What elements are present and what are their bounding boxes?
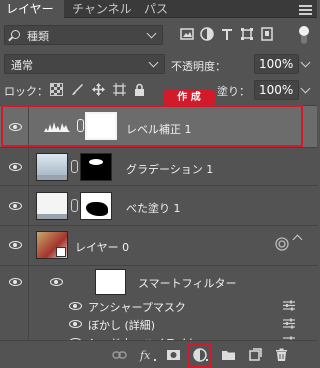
smart-filter-row[interactable]: スマートフィルター xyxy=(0,265,317,297)
filter-kind-select[interactable]: 種類 xyxy=(4,25,163,45)
layers-panel: レイヤー チャンネル パス 種類 通常 不透明度： 100% ロック： 塗り： … xyxy=(0,0,317,368)
levels-histogram-icon xyxy=(44,122,70,132)
type-filter-icon[interactable] xyxy=(220,27,234,41)
layer-mask-thumbnail[interactable] xyxy=(80,192,112,220)
opacity-label: 不透明度： xyxy=(171,60,226,73)
folder-icon[interactable] xyxy=(221,348,236,362)
filter-toggle-switch[interactable] xyxy=(299,26,309,44)
fill-input[interactable]: 100% xyxy=(254,80,299,100)
lock-artboard-icon[interactable] xyxy=(113,83,126,96)
collapse-chevron-icon[interactable] xyxy=(292,234,303,245)
pixel-filter-icon[interactable] xyxy=(180,27,194,41)
panel-menu-icon[interactable] xyxy=(299,3,312,15)
tab-channels[interactable]: チャンネル xyxy=(66,0,138,18)
layer-name[interactable]: レイヤー 0 xyxy=(75,239,129,255)
layer-row[interactable]: レイヤー 0 xyxy=(0,225,317,265)
adjustment-icon[interactable] xyxy=(193,348,208,362)
mask-icon[interactable] xyxy=(166,348,181,362)
shape-filter-icon[interactable] xyxy=(240,27,254,41)
layer-name[interactable]: グラデーション 1 xyxy=(126,161,213,177)
svg-text:fx: fx xyxy=(139,349,151,362)
search-icon xyxy=(11,30,20,39)
tab-layers[interactable]: レイヤー xyxy=(0,0,64,18)
tab-bar: レイヤー チャンネル パス xyxy=(0,0,317,18)
filter-options-icon[interactable] xyxy=(283,318,295,329)
layer-row[interactable]: グラデーション 1 xyxy=(0,147,317,185)
solid-fill-thumbnail[interactable] xyxy=(36,192,68,220)
layer-name[interactable]: べた塗り 1 xyxy=(126,200,181,216)
lock-row: ロック： 塗り： 100% xyxy=(0,80,317,100)
filter-options-icon[interactable] xyxy=(283,300,295,311)
filter-name[interactable]: ぼかし (詳細) xyxy=(88,317,155,333)
layer-row[interactable]: べた塗り 1 xyxy=(0,185,317,225)
smart-object-filter-icon[interactable] xyxy=(260,27,274,41)
annotation-badge: 作 成 xyxy=(163,90,215,105)
panel-footer: fx xyxy=(0,340,317,368)
visibility-eye-icon[interactable] xyxy=(9,241,22,249)
lock-all-icon[interactable] xyxy=(133,83,146,96)
filter-row[interactable]: ぼかし (詳細) xyxy=(0,315,317,333)
filter-mask-thumbnail[interactable] xyxy=(95,269,126,295)
layers-list: レベル補正 1 グラデーション 1 べた塗り 1 レイヤー 0 スマートフィルタ… xyxy=(0,105,317,351)
visibility-eye-icon[interactable] xyxy=(9,202,22,210)
trash-icon[interactable] xyxy=(274,348,289,362)
lock-label: ロック： xyxy=(4,85,48,98)
link-icon[interactable] xyxy=(77,119,84,132)
visibility-eye-icon[interactable] xyxy=(69,320,82,328)
layer-row[interactable]: レベル補正 1 xyxy=(0,105,317,147)
gradient-thumbnail[interactable] xyxy=(36,153,68,181)
layer-name[interactable]: レベル補正 1 xyxy=(126,121,192,137)
filter-kind-label: 種類 xyxy=(27,30,49,43)
layer-mask-thumbnail[interactable] xyxy=(80,153,112,181)
image-thumbnail[interactable] xyxy=(36,231,68,259)
lock-move-icon[interactable] xyxy=(92,83,105,96)
blend-row: 通常 不透明度： 100% xyxy=(0,54,317,76)
blend-mode-select[interactable]: 通常 xyxy=(4,54,165,74)
chevron-down-icon xyxy=(146,28,157,39)
fill-label: 塗り： xyxy=(217,85,250,98)
adjustment-filter-icon[interactable] xyxy=(200,27,214,41)
visibility-eye-icon[interactable] xyxy=(50,278,63,286)
lock-brush-icon[interactable] xyxy=(71,83,84,96)
blend-mode-value: 通常 xyxy=(11,59,33,72)
link-icon[interactable] xyxy=(112,348,127,362)
layer-mask-thumbnail[interactable] xyxy=(85,112,117,140)
fill-chevron-icon[interactable] xyxy=(300,83,311,94)
visibility-eye-icon[interactable] xyxy=(9,278,22,286)
lock-transparent-icon[interactable] xyxy=(50,83,63,96)
tab-paths[interactable]: パス xyxy=(138,0,174,18)
visibility-eye-icon[interactable] xyxy=(69,302,82,310)
chevron-down-icon xyxy=(148,57,159,68)
link-icon[interactable] xyxy=(71,160,78,173)
visibility-eye-icon[interactable] xyxy=(9,163,22,171)
filter-row[interactable]: アンシャープマスク xyxy=(0,297,317,315)
visibility-eye-icon[interactable] xyxy=(9,123,22,131)
filter-name[interactable]: アンシャープマスク xyxy=(88,299,186,315)
fx-icon[interactable]: fx xyxy=(139,348,157,362)
link-icon[interactable] xyxy=(71,199,78,212)
filter-row: 種類 xyxy=(0,25,317,47)
opacity-chevron-icon[interactable] xyxy=(300,57,311,68)
opacity-input[interactable]: 100% xyxy=(254,54,299,74)
new-layer-icon[interactable] xyxy=(248,348,263,362)
layer-name[interactable]: スマートフィルター xyxy=(138,275,236,291)
smart-filter-icon xyxy=(275,237,289,251)
